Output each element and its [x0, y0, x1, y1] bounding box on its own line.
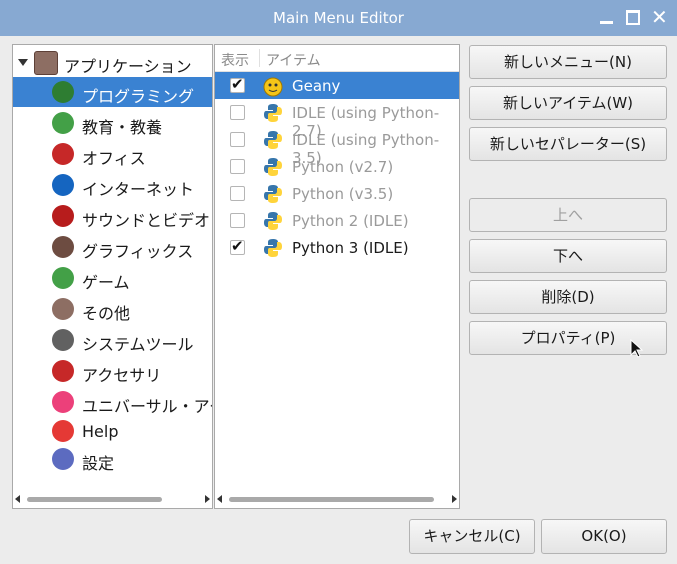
- main-menu-editor-window: Main Menu Editor ✕ アプリケーション プログラミング 教育・教養…: [0, 0, 677, 564]
- column-item-header[interactable]: アイテム: [266, 50, 321, 70]
- title-bar[interactable]: Main Menu Editor ✕: [0, 0, 677, 36]
- mouse-cursor-icon: [630, 339, 644, 358]
- tree-item[interactable]: ユニバーサル・アクセス: [13, 387, 212, 417]
- new-item-button[interactable]: 新しいアイテム(W): [469, 86, 667, 120]
- list-item[interactable]: Geany: [215, 72, 459, 99]
- move-down-button[interactable]: 下へ: [469, 239, 667, 273]
- tree-item[interactable]: インターネット: [13, 170, 212, 200]
- tree-item[interactable]: 設定: [13, 444, 212, 474]
- list-item-label: Python 3 (IDLE): [292, 239, 409, 257]
- show-checkbox[interactable]: [230, 75, 245, 93]
- tree-item-label: その他: [82, 304, 131, 323]
- list-item-label: Python 2 (IDLE): [292, 212, 409, 230]
- list-item[interactable]: Python (v3.5): [215, 180, 459, 207]
- python-icon: [262, 129, 284, 151]
- tree-item[interactable]: オフィス: [13, 139, 212, 169]
- expander-icon[interactable]: [18, 59, 28, 66]
- tree-item[interactable]: ゲーム: [13, 263, 212, 293]
- sound-video-icon: [52, 205, 74, 227]
- tree-root-label: アプリケーション: [64, 57, 192, 76]
- show-checkbox[interactable]: [230, 159, 245, 174]
- show-checkbox[interactable]: [230, 132, 245, 147]
- tree-item[interactable]: グラフィックス: [13, 232, 212, 262]
- tree-item-label: ユニバーサル・アクセス: [82, 397, 212, 416]
- list-item[interactable]: Python (v2.7): [215, 153, 459, 180]
- scroll-left-icon[interactable]: [217, 495, 222, 503]
- scroll-right-icon[interactable]: [452, 495, 457, 503]
- scroll-left-icon[interactable]: [15, 495, 20, 503]
- list-item[interactable]: IDLE (using Python-2.7): [215, 99, 459, 140]
- new-menu-button[interactable]: 新しいメニュー(N): [469, 45, 667, 79]
- tree-item-label: システムツール: [82, 335, 194, 354]
- game-icon: [52, 267, 74, 289]
- menu-tree[interactable]: アプリケーション プログラミング 教育・教養オフィスインターネット サウンドとビデオ…: [12, 44, 213, 509]
- tree-item-label: ゲーム: [82, 273, 130, 292]
- tree-item-label: 教育・教養: [82, 118, 163, 137]
- ok-button[interactable]: OK(O): [541, 519, 667, 554]
- list-item-label: Geany: [292, 77, 341, 95]
- tree-item[interactable]: その他: [13, 294, 212, 324]
- maximize-icon[interactable]: [624, 8, 642, 26]
- scroll-right-icon[interactable]: [205, 495, 210, 503]
- tree-horizontal-scrollbar[interactable]: [13, 494, 212, 506]
- tree-item[interactable]: アクセサリ: [13, 356, 212, 386]
- list-item[interactable]: IDLE (using Python-3.5): [215, 126, 459, 167]
- python-icon: [262, 237, 284, 259]
- close-icon[interactable]: ✕: [651, 7, 669, 27]
- tree-item[interactable]: 教育・教養: [13, 108, 212, 138]
- tree-item-label: サウンドとビデオ: [82, 211, 211, 230]
- tree-item[interactable]: Help: [13, 416, 212, 446]
- folder-icon: [34, 51, 58, 75]
- tree-item-label: 設定: [82, 454, 115, 473]
- show-checkbox[interactable]: [230, 237, 245, 255]
- system-tools-icon: [52, 329, 74, 351]
- list-item[interactable]: Python 3 (IDLE): [215, 234, 459, 261]
- geany-icon: [262, 75, 284, 97]
- python-icon: [262, 156, 284, 178]
- tree-item-label: オフィス: [82, 149, 146, 168]
- tree-item-label: プログラミング: [82, 87, 195, 106]
- universal-access-icon: [52, 391, 74, 413]
- show-checkbox[interactable]: [230, 105, 245, 120]
- tree-item-label: グラフィックス: [82, 242, 194, 261]
- list-item[interactable]: Python 2 (IDLE): [215, 207, 459, 234]
- minimize-icon[interactable]: [598, 8, 616, 26]
- graphics-icon: [52, 236, 74, 258]
- show-checkbox[interactable]: [230, 213, 245, 228]
- tree-item-label: Help: [82, 422, 119, 441]
- python-icon: [262, 102, 284, 124]
- list-horizontal-scrollbar[interactable]: [215, 494, 459, 506]
- programming-icon: [52, 81, 74, 103]
- accessories-icon: [52, 360, 74, 382]
- settings-icon: [52, 448, 74, 470]
- python-icon: [262, 183, 284, 205]
- new-separator-button[interactable]: 新しいセパレーター(S): [469, 127, 667, 161]
- list-item-label: Python (v3.5): [292, 185, 394, 203]
- item-list[interactable]: 表示 アイテム Geany IDLE (using Python-2.7)IDLE…: [214, 44, 460, 509]
- list-item-label: Python (v2.7): [292, 158, 394, 176]
- office-icon: [52, 143, 74, 165]
- show-checkbox[interactable]: [230, 186, 245, 201]
- tree-root[interactable]: アプリケーション: [13, 47, 212, 77]
- education-icon: [52, 112, 74, 134]
- window-title: Main Menu Editor: [273, 9, 404, 27]
- column-show-header[interactable]: 表示: [221, 50, 249, 70]
- tree-item[interactable]: プログラミング: [13, 77, 212, 107]
- column-divider: [259, 49, 260, 67]
- scroll-thumb[interactable]: [27, 497, 162, 502]
- tree-item[interactable]: システムツール: [13, 325, 212, 355]
- tree-item-label: インターネット: [82, 180, 195, 199]
- other-icon: [52, 298, 74, 320]
- tree-item-label: アクセサリ: [82, 366, 162, 385]
- internet-icon: [52, 174, 74, 196]
- move-up-button[interactable]: 上へ: [469, 198, 667, 232]
- python-icon: [262, 210, 284, 232]
- help-icon: [52, 420, 74, 442]
- list-header: 表示 アイテム: [215, 45, 459, 72]
- scroll-thumb[interactable]: [229, 497, 434, 502]
- delete-button[interactable]: 削除(D): [469, 280, 667, 314]
- tree-item[interactable]: サウンドとビデオ: [13, 201, 212, 231]
- cancel-button[interactable]: キャンセル(C): [409, 519, 535, 554]
